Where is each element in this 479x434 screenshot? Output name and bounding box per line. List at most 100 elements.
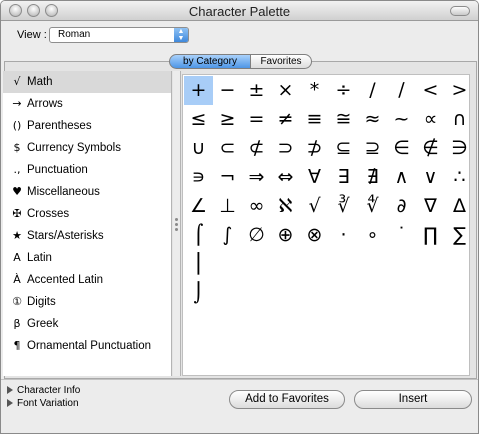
category-item[interactable]: ., Punctuation [3, 159, 171, 181]
category-list: √ Math → Arrows () Parentheses $ Currency Symbo… [3, 71, 172, 376]
category-item[interactable]: → Arrows [3, 93, 171, 115]
character-cell[interactable]: ℵ [271, 192, 300, 221]
character-cell[interactable]: ⊆ [329, 134, 358, 163]
character-cell[interactable]: ∫ [213, 221, 242, 250]
category-icon: ♥ [12, 185, 22, 198]
character-cell[interactable]: ∝ [416, 105, 445, 134]
character-cell[interactable]: ⊇ [358, 134, 387, 163]
character-cell[interactable]: ˙ [387, 221, 416, 250]
character-cell[interactable]: ∉ [416, 134, 445, 163]
character-cell[interactable]: ∇ [416, 192, 445, 221]
category-item[interactable]: ¶ Ornamental Punctuation [3, 335, 171, 357]
split-view-divider[interactable] [173, 71, 181, 376]
character-cell[interactable]: ⎮ [184, 250, 213, 279]
character-palette-window: Character Palette View : Roman ▲ ▼ by Cat… [0, 0, 479, 434]
insert-button[interactable]: Insert [354, 390, 472, 409]
character-cell[interactable]: ≠ [271, 105, 300, 134]
character-cell[interactable]: ∨ [416, 163, 445, 192]
category-icon: → [12, 97, 22, 110]
category-icon: A [13, 251, 21, 264]
category-label: Math [27, 76, 53, 88]
character-cell[interactable]: ∑ [445, 221, 474, 250]
category-item[interactable]: ♥ Miscellaneous [3, 181, 171, 203]
tab-favorites[interactable]: Favorites [250, 54, 312, 69]
character-cell[interactable]: ⊕ [271, 221, 300, 250]
category-item[interactable]: ✠ Crosses [3, 203, 171, 225]
disclosure-triangle-icon [7, 386, 13, 394]
character-cell[interactable]: ∩ [445, 105, 474, 134]
category-label: Arrows [27, 98, 63, 110]
character-cell[interactable]: · [329, 221, 358, 250]
character-cell[interactable]: ∕ [387, 76, 416, 105]
category-item[interactable]: ★ Stars/Asterisks [3, 225, 171, 247]
character-cell[interactable]: ⊗ [300, 221, 329, 250]
category-item[interactable]: ① Digits [3, 291, 171, 313]
character-cell[interactable]: ∃ [329, 163, 358, 192]
character-info-label: Character Info [17, 385, 81, 396]
character-cell[interactable]: ∧ [387, 163, 416, 192]
category-icon: ★ [12, 229, 22, 242]
category-item[interactable]: β Greek [3, 313, 171, 335]
category-item[interactable]: À Accented Latin [3, 269, 171, 291]
character-cell[interactable]: ÷ [329, 76, 358, 105]
character-cell[interactable]: − [213, 76, 242, 105]
character-cell[interactable]: ⊥ [213, 192, 242, 221]
character-cell[interactable]: ∆ [445, 192, 474, 221]
category-label: Latin [27, 252, 52, 264]
category-label: Parentheses [27, 120, 92, 132]
character-cell[interactable]: √ [300, 192, 329, 221]
character-cell[interactable]: ∂ [387, 192, 416, 221]
category-item[interactable]: $ Currency Symbols [3, 137, 171, 159]
character-cell[interactable]: ≡ [300, 105, 329, 134]
character-cell[interactable]: × [271, 76, 300, 105]
character-cell[interactable]: ∞ [242, 192, 271, 221]
character-cell[interactable]: ∛ [329, 192, 358, 221]
character-grid: + − ± × * ÷ / ∕ < > ≤ ≥ = ≠ ≡ ≅ ≈ ~ ∝ ∩ ∪ ⊂ ⊄ ⊃ ⊅ ⊆ ⊇ ∈ ∉ ∋ ∍ ¬ ⇒ ⇔ ∀ ∃ ∄ ∧ ∨ ∴… [182, 74, 470, 376]
character-cell[interactable]: = [242, 105, 271, 134]
character-cell[interactable]: ~ [387, 105, 416, 134]
character-cell[interactable]: ∈ [387, 134, 416, 163]
view-select[interactable]: Roman ▲ ▼ [49, 27, 189, 43]
character-cell[interactable]: < [416, 76, 445, 105]
character-cell[interactable]: ∅ [242, 221, 271, 250]
character-cell[interactable]: ∘ [358, 221, 387, 250]
character-cell[interactable]: / [358, 76, 387, 105]
character-cell[interactable]: ⌡ [184, 279, 213, 308]
character-cell[interactable]: ∀ [300, 163, 329, 192]
character-cell[interactable]: ⊂ [213, 134, 242, 163]
character-cell[interactable]: ∏ [416, 221, 445, 250]
tab-by-category[interactable]: by Category [169, 54, 251, 69]
category-item[interactable]: A Latin [3, 247, 171, 269]
character-cell[interactable]: ≥ [213, 105, 242, 134]
category-icon: ① [12, 295, 22, 308]
add-to-favorites-button[interactable]: Add to Favorites [229, 390, 345, 409]
font-variation-disclosure[interactable]: Font Variation [7, 398, 79, 409]
category-label: Punctuation [27, 164, 88, 176]
character-cell[interactable]: ⇒ [242, 163, 271, 192]
character-cell[interactable]: ∋ [445, 134, 474, 163]
character-cell[interactable]: + [184, 76, 213, 105]
character-cell[interactable]: > [445, 76, 474, 105]
character-cell[interactable]: ∍ [184, 163, 213, 192]
character-cell[interactable]: ⌠ [184, 221, 213, 250]
character-cell[interactable]: ≤ [184, 105, 213, 134]
character-cell[interactable]: ⊄ [242, 134, 271, 163]
character-info-disclosure[interactable]: Character Info [7, 385, 80, 396]
character-cell[interactable]: ≅ [329, 105, 358, 134]
character-cell[interactable]: ⇔ [271, 163, 300, 192]
toolbar-toggle-button[interactable] [450, 6, 470, 16]
character-cell[interactable]: ⊃ [271, 134, 300, 163]
character-cell[interactable]: ± [242, 76, 271, 105]
character-cell[interactable]: * [300, 76, 329, 105]
character-cell[interactable]: ≈ [358, 105, 387, 134]
character-cell[interactable]: ∪ [184, 134, 213, 163]
character-cell[interactable]: ∠ [184, 192, 213, 221]
character-cell[interactable]: ∜ [358, 192, 387, 221]
category-item[interactable]: √ Math [3, 71, 171, 93]
category-item[interactable]: () Parentheses [3, 115, 171, 137]
character-cell[interactable]: ⊅ [300, 134, 329, 163]
character-cell[interactable]: ¬ [213, 163, 242, 192]
character-cell[interactable]: ∄ [358, 163, 387, 192]
window-title: Character Palette [188, 4, 291, 19]
character-cell[interactable]: ∴ [445, 163, 474, 192]
